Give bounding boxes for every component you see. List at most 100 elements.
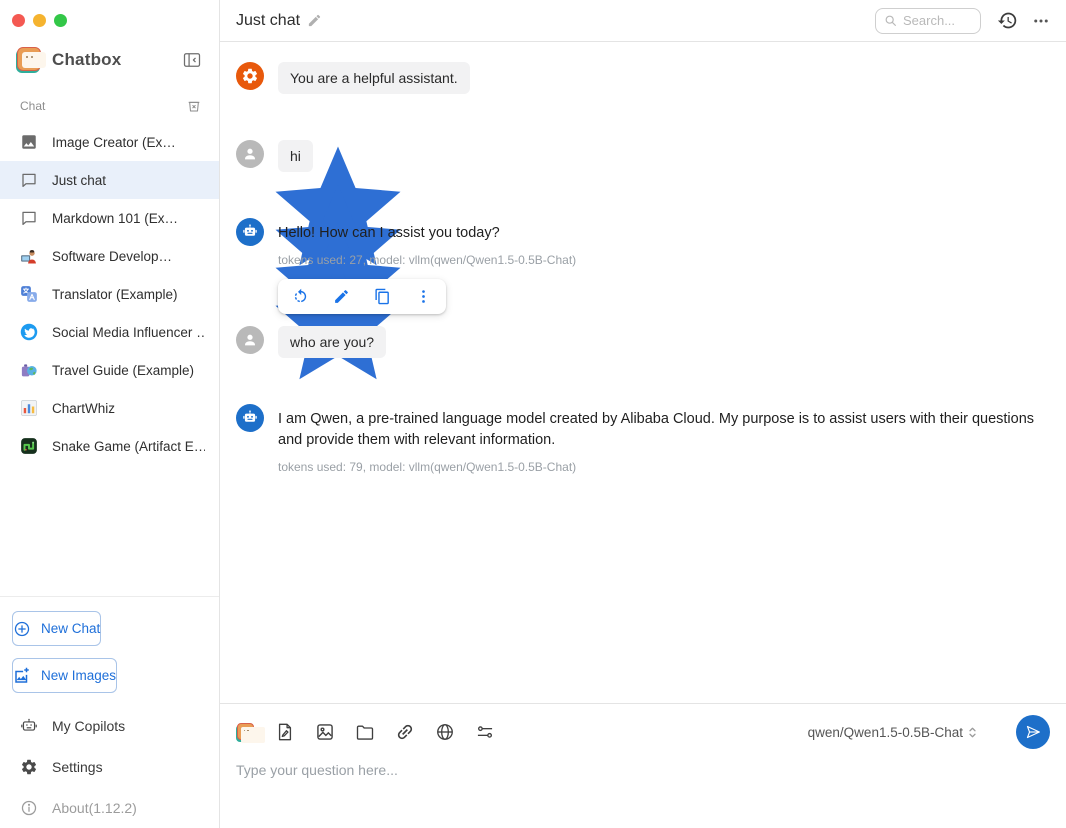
chat-item-label: Image Creator (Ex… [52,135,188,150]
user-avatar-icon [236,140,264,168]
technologist-emoji-icon [20,247,38,265]
app-title: Chatbox [52,50,181,70]
chat-item-label: Snake Game (Artifact E… [52,439,205,454]
attach-folder-icon[interactable] [355,722,375,742]
message-meta: tokens used: 27, model: vllm(qwen/Qwen1.… [278,253,576,267]
chatbox-logo-icon [16,47,42,73]
gear-icon [20,758,38,776]
star-icon[interactable] [188,134,205,151]
system-gear-avatar-icon [236,62,264,90]
message-list: You are a helpful assistant. hi Hello! H… [220,42,1066,703]
snake-game-icon [20,437,38,455]
chat-item-label: Translator (Example) [52,287,205,302]
sidebar-bottom: New Chat New Images My Copilots Settings… [0,596,219,828]
attach-image-icon[interactable] [315,722,335,742]
message-assistant: I am Qwen, a pre-trained language model … [236,404,1050,474]
chat-section-row: Chat [0,97,219,115]
sidebar-item-software-developer[interactable]: Software Develop… [0,237,219,275]
assistant-message-text: Hello! How can I assist you today? [278,218,576,244]
header-controls [875,8,1050,34]
star-icon[interactable] [188,210,205,227]
chat-item-label: ChartWhiz [52,401,205,416]
composer-toolbar: qwen/Qwen1.5-0.5B-Chat [236,715,1050,749]
traffic-lights [0,0,219,27]
chat-bubble-icon [20,209,38,227]
page-title: Just chat [236,12,300,30]
user-message-text: who are you? [278,326,386,358]
clear-conversations-icon[interactable] [185,97,203,115]
chat-item-label: Social Media Influencer … [52,325,205,340]
message-input[interactable] [236,762,1050,817]
model-settings-icon[interactable] [475,722,495,742]
chat-item-label: Software Develop… [52,249,188,264]
edit-title-icon[interactable] [307,13,322,28]
sidebar-item-travel-guide[interactable]: Travel Guide (Example) [0,351,219,389]
travel-emoji-icon [20,361,38,379]
message-meta: tokens used: 79, model: vllm(qwen/Qwen1.… [278,460,1050,474]
chevron-up-down-icon [965,725,980,740]
chatbox-mini-logo-icon[interactable] [236,723,255,742]
model-selector[interactable]: qwen/Qwen1.5-0.5B-Chat [808,725,980,740]
chat-bubble-icon [20,171,38,189]
main-pane: Just chat You are a helpful assistant. h… [220,0,1066,828]
sidebar-item-markdown-101[interactable]: Markdown 101 (Ex… [0,199,219,237]
user-avatar-icon [236,326,264,354]
chat-item-label: Markdown 101 (Ex… [52,211,188,226]
sidebar-item-snake-game[interactable]: Snake Game (Artifact E… [0,427,219,465]
message-system: You are a helpful assistant. [236,62,1050,94]
settings-button[interactable]: Settings [0,746,219,787]
send-button[interactable] [1016,715,1050,749]
my-copilots-button[interactable]: My Copilots [0,705,219,746]
minimize-button[interactable] [33,14,46,27]
chat-section-label: Chat [20,99,45,113]
sidebar-item-just-chat[interactable]: Just chat [0,161,219,199]
assistant-message-text: I am Qwen, a pre-trained language model … [278,404,1050,451]
model-selector-label: qwen/Qwen1.5-0.5B-Chat [808,725,963,740]
message-assistant: Hello! How can I assist you today? token… [236,218,1050,314]
user-message-text: hi [278,140,313,172]
sidebar-item-social-media-influencer[interactable]: Social Media Influencer … [0,313,219,351]
assistant-robot-avatar-icon [236,218,264,246]
new-chat-label: New Chat [41,621,100,636]
chat-item-label: Just chat [52,173,188,188]
chart-emoji-icon [20,399,38,417]
attach-link-icon[interactable] [391,718,419,746]
new-images-button[interactable]: New Images [12,658,117,693]
main-header: Just chat [220,0,1066,42]
close-button[interactable] [12,14,25,27]
chat-item-label: Travel Guide (Example) [52,363,205,378]
sidebar-item-translator[interactable]: Translator (Example) [0,275,219,313]
star-icon[interactable] [188,172,205,189]
my-copilots-label: My Copilots [52,718,125,734]
zoom-button[interactable] [54,14,67,27]
sidebar-item-chartwhiz[interactable]: ChartWhiz [0,389,219,427]
regenerate-icon[interactable] [292,288,309,305]
brand-row: Chatbox [0,47,219,73]
copy-icon[interactable] [374,288,391,305]
about-button[interactable]: About(1.12.2) [0,787,219,828]
history-icon[interactable] [997,10,1018,31]
settings-label: Settings [52,759,103,775]
app-window: Chatbox Chat Image Creator (Ex… Just cha… [0,0,1066,828]
send-icon [1024,723,1042,741]
web-browsing-icon[interactable] [435,722,455,742]
collapse-sidebar-button[interactable] [181,49,203,71]
more-menu-icon[interactable] [1032,12,1050,30]
message-more-icon[interactable] [415,288,432,305]
sidebar-item-image-creator[interactable]: Image Creator (Ex… [0,123,219,161]
message-user: hi [236,140,1050,172]
twitter-icon [20,323,38,341]
new-images-label: New Images [41,668,116,683]
assistant-robot-avatar-icon [236,404,264,432]
search-input[interactable] [903,13,972,28]
new-chat-button[interactable]: New Chat [12,611,101,646]
message-toolbar [278,279,446,314]
sidebar: Chatbox Chat Image Creator (Ex… Just cha… [0,0,220,828]
star-icon[interactable] [188,248,205,265]
attach-document-icon[interactable] [275,722,295,742]
about-label: About(1.12.2) [52,800,137,816]
edit-message-icon[interactable] [333,288,350,305]
image-icon [20,133,38,151]
search-box[interactable] [875,8,981,34]
search-icon [884,14,897,27]
